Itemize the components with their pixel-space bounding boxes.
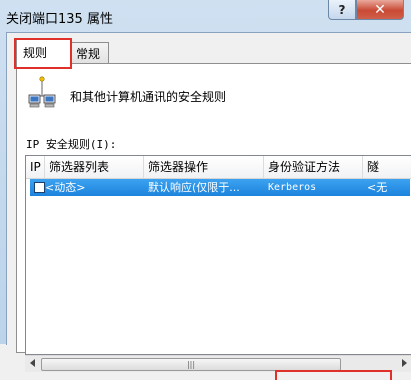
network-computers-icon xyxy=(28,76,56,108)
list-header: IP 筛选器列表 筛选器操作 身份验证方法 隧 xyxy=(26,156,411,179)
cell-auth-method: Kerberos xyxy=(268,182,317,193)
tab-rules[interactable]: 规则 xyxy=(16,39,71,64)
cell-filter-list: <动态> xyxy=(45,181,86,194)
cell-tunnel: <无 xyxy=(367,181,388,194)
cell-filter-action: 默认响应(仅限于... xyxy=(148,181,240,194)
rule-enabled-checkbox[interactable] xyxy=(34,182,45,193)
scrollbar-grip-icon: ||| xyxy=(186,360,196,369)
rules-description: 和其他计算机通讯的安全规则 xyxy=(70,90,227,104)
tab-rules-label: 规则 xyxy=(23,45,48,60)
table-row[interactable]: <动态> 默认响应(仅限于... Kerberos <无 xyxy=(30,179,410,196)
dialog-client-area: 规则 常规 和其他计算机通讯的安全规则 IP 安全规则(I): IP 筛选器列表… xyxy=(6,32,411,380)
column-header-ip[interactable]: IP xyxy=(26,156,45,178)
help-button[interactable]: ? xyxy=(328,0,356,20)
rules-list-label: IP 安全规则(I): xyxy=(26,138,117,151)
rules-list[interactable]: IP 筛选器列表 筛选器操作 身份验证方法 隧 <动态> 默认响应(仅限于...… xyxy=(25,155,411,355)
scroll-left-arrow-icon[interactable] xyxy=(30,359,35,367)
window-title: 关闭端口135 属性 xyxy=(6,12,113,27)
button-highlight-box xyxy=(275,370,392,380)
column-header-auth-method[interactable]: 身份验证方法 xyxy=(264,156,363,178)
column-header-tunnel[interactable]: 隧 xyxy=(363,156,411,178)
column-header-filter-list[interactable]: 筛选器列表 xyxy=(45,156,144,178)
tab-general-label: 常规 xyxy=(76,47,101,61)
close-button[interactable]: ✕ xyxy=(356,0,404,20)
column-header-filter-action[interactable]: 筛选器操作 xyxy=(144,156,264,178)
scroll-right-arrow-icon[interactable] xyxy=(402,359,407,367)
dialog-window: 关闭端口135 属性 ? ✕ 规则 常规 和其他计算机通讯的安全规则 IP 安全… xyxy=(0,0,411,380)
title-bar[interactable]: 关闭端口135 属性 ? ✕ xyxy=(0,0,411,32)
tab-general[interactable]: 常规 xyxy=(69,42,109,64)
